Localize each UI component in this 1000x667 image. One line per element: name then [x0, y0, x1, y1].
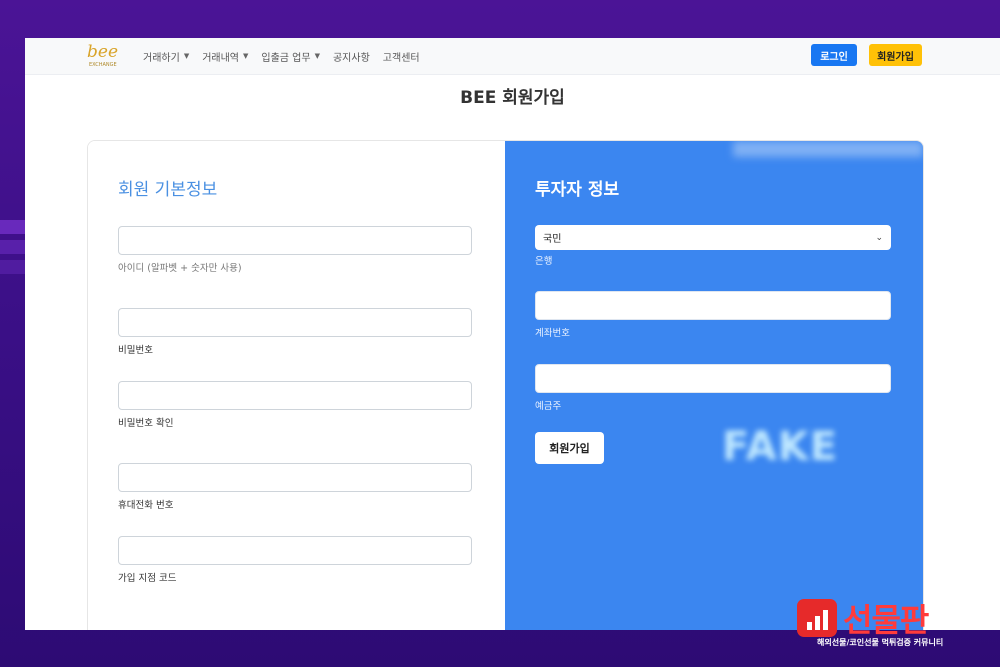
password-label: 비밀번호	[118, 345, 153, 356]
top-navbar: bee EXCHANGE 거래하기 ▼ 거래내역 ▼ 입출금 업무 ▼ 공지사항…	[25, 38, 1000, 75]
caret-down-icon: ▼	[183, 52, 190, 60]
login-button[interactable]: 로그인	[811, 44, 857, 66]
signup-form-card: 회원 기본정보 아이디 (알파벳 + 숫자만 사용) 비밀번호 비밀번호 확인 …	[87, 140, 924, 630]
decorative-strip	[0, 260, 26, 274]
username-label: 아이디 (알파벳 + 숫자만 사용)	[118, 263, 242, 274]
investor-info-panel: 투자자 정보 국민 ⌄ 은행 계좌번호 예금주 회원가입 FAKE	[505, 141, 923, 630]
bank-select[interactable]: 국민 ⌄	[535, 225, 891, 250]
page-title: BEE 회원가입	[460, 88, 565, 108]
decorative-strip	[0, 240, 26, 254]
caret-down-icon: ▼	[243, 52, 249, 60]
logo-text: bee	[87, 42, 119, 62]
signup-submit-button[interactable]: 회원가입	[535, 432, 604, 464]
chevron-down-icon: ⌄	[875, 232, 883, 243]
branch-code-label: 가입 지점 코드	[118, 573, 177, 584]
phone-input[interactable]	[118, 463, 472, 492]
account-number-input[interactable]	[535, 291, 891, 320]
nav-item-label: 입출금 업무	[261, 52, 311, 64]
nav-item-history[interactable]: 거래내역 ▼	[202, 49, 248, 64]
username-input[interactable]	[118, 226, 472, 255]
nav-item-trade[interactable]: 거래하기 ▼	[143, 49, 189, 64]
nav-item-label: 공지사항	[332, 52, 370, 64]
nav-item-deposit-withdraw[interactable]: 입출금 업무 ▼	[261, 49, 320, 64]
password-input[interactable]	[118, 308, 472, 337]
bee-logo[interactable]: bee EXCHANGE	[87, 42, 119, 70]
bank-select-value: 국민	[543, 234, 562, 245]
decorative-strip	[0, 220, 26, 234]
nav-item-label: 거래하기	[143, 52, 180, 64]
basic-info-panel: 회원 기본정보 아이디 (알파벳 + 숫자만 사용) 비밀번호 비밀번호 확인 …	[88, 141, 505, 630]
nav-menu: 거래하기 ▼ 거래내역 ▼ 입출금 업무 ▼ 공지사항 고객센터	[143, 38, 420, 74]
phone-label: 휴대전화 번호	[118, 500, 174, 511]
password-confirm-input[interactable]	[118, 381, 472, 410]
investor-info-title: 투자자 정보	[535, 180, 620, 200]
bank-label: 은행	[535, 256, 553, 267]
watermark-title: 선물판	[843, 601, 929, 639]
nav-item-notice[interactable]: 공지사항	[333, 49, 370, 64]
account-holder-label: 예금주	[535, 401, 562, 412]
nav-item-label: 고객센터	[382, 52, 420, 64]
logo-subtext: EXCHANGE	[89, 62, 117, 68]
nav-item-support[interactable]: 고객센터	[383, 49, 420, 64]
chart-bars-icon	[797, 599, 837, 637]
account-number-label: 계좌번호	[535, 328, 570, 339]
basic-info-title: 회원 기본정보	[118, 180, 218, 200]
caret-down-icon: ▼	[314, 52, 320, 60]
watermark-subtitle: 해외선물/코인선물 먹튀검증 커뮤니티	[817, 638, 944, 647]
sunmulpan-watermark: 선물판 해외선물/코인선물 먹튀검증 커뮤니티	[797, 597, 967, 657]
nav-item-label: 거래내역	[202, 52, 240, 64]
account-holder-input[interactable]	[535, 364, 891, 393]
password-confirm-label: 비밀번호 확인	[118, 418, 174, 429]
branch-code-input[interactable]	[118, 536, 472, 565]
browser-screenshot: bee EXCHANGE 거래하기 ▼ 거래내역 ▼ 입출금 업무 ▼ 공지사항…	[25, 38, 1000, 630]
fake-stamp: FAKE	[722, 424, 839, 470]
signup-nav-button[interactable]: 회원가입	[869, 44, 922, 66]
blurred-area	[733, 141, 923, 157]
